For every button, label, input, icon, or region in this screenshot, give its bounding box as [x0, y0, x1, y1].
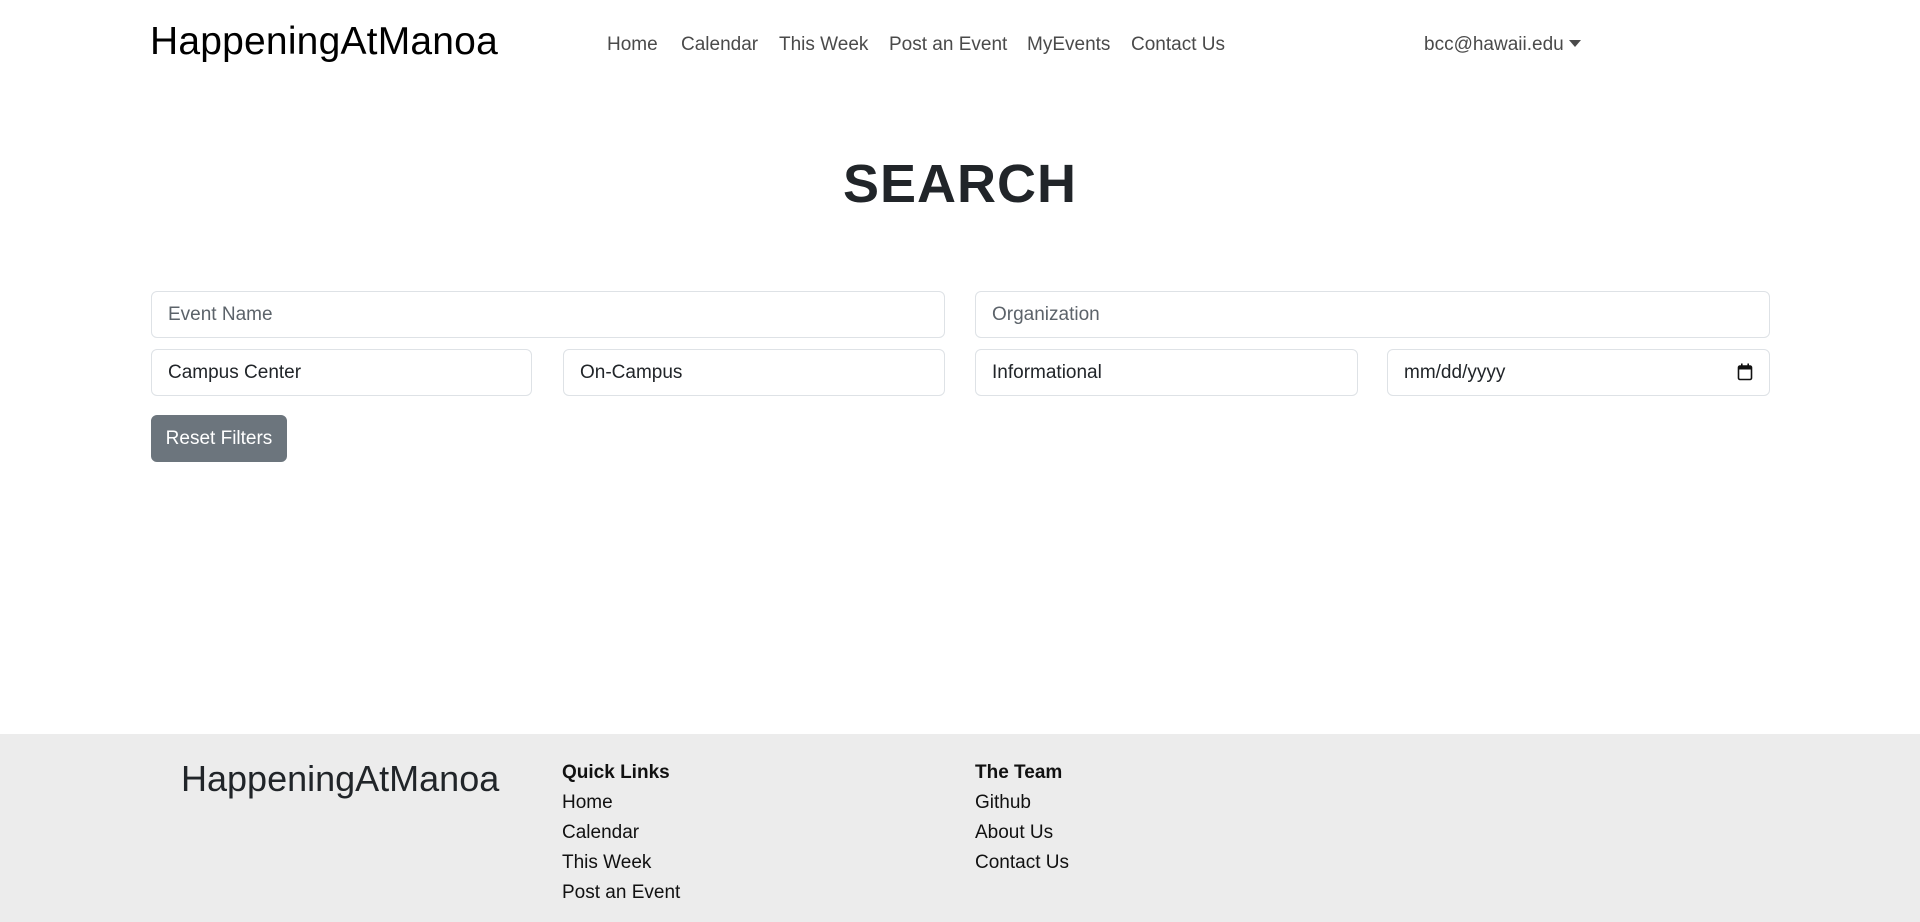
- calendar-icon[interactable]: [1737, 363, 1753, 381]
- location-value: Campus Center: [168, 361, 302, 383]
- footer-link-contact-us[interactable]: Contact Us: [975, 848, 1069, 878]
- quick-links-heading: Quick Links: [562, 762, 670, 783]
- team-heading: The Team: [975, 762, 1063, 783]
- footer: HappeningAtManoa Quick Links Home Calend…: [0, 734, 1920, 922]
- footer-link-github[interactable]: Github: [975, 788, 1069, 818]
- page-title: SEARCH: [842, 154, 1078, 214]
- category-value: Informational: [992, 361, 1102, 383]
- footer-link-this-week[interactable]: This Week: [562, 848, 680, 878]
- nav-post-event[interactable]: Post an Event: [889, 33, 1007, 57]
- footer-link-post-event[interactable]: Post an Event: [562, 878, 680, 908]
- team-section: The Team Github About Us Contact Us: [975, 758, 1069, 878]
- user-email: bcc@hawaii.edu: [1424, 34, 1564, 55]
- caret-down-icon: [1568, 39, 1581, 47]
- brand-logo[interactable]: HappeningAtManoa: [150, 17, 498, 67]
- nav-home[interactable]: Home: [607, 33, 658, 57]
- nav-this-week[interactable]: This Week: [779, 33, 868, 57]
- date-field[interactable]: mm/dd/yyyy: [1387, 349, 1770, 396]
- organization-input[interactable]: [992, 303, 1753, 326]
- reset-filters-button[interactable]: Reset Filters: [151, 415, 287, 462]
- footer-link-calendar[interactable]: Calendar: [562, 818, 680, 848]
- campus-select[interactable]: On-Campus: [563, 349, 945, 396]
- footer-link-about-us[interactable]: About Us: [975, 818, 1069, 848]
- navbar: HappeningAtManoa Home Calendar This Week…: [0, 0, 1920, 90]
- date-placeholder: mm/dd/yyyy: [1404, 361, 1506, 383]
- campus-value: On-Campus: [580, 361, 683, 383]
- location-select[interactable]: Campus Center: [151, 349, 532, 396]
- organization-field[interactable]: [975, 291, 1770, 338]
- footer-brand: HappeningAtManoa: [181, 758, 500, 799]
- category-select[interactable]: Informational: [975, 349, 1358, 396]
- nav-my-events[interactable]: MyEvents: [1027, 33, 1110, 57]
- event-name-input[interactable]: [168, 303, 928, 326]
- nav-contact-us[interactable]: Contact Us: [1131, 33, 1225, 57]
- footer-link-home[interactable]: Home: [562, 788, 680, 818]
- user-dropdown[interactable]: bcc@hawaii.edu: [1424, 33, 1581, 57]
- quick-links-section: Quick Links Home Calendar This Week Post…: [562, 758, 680, 908]
- event-name-field[interactable]: [151, 291, 945, 338]
- nav-calendar[interactable]: Calendar: [681, 33, 758, 57]
